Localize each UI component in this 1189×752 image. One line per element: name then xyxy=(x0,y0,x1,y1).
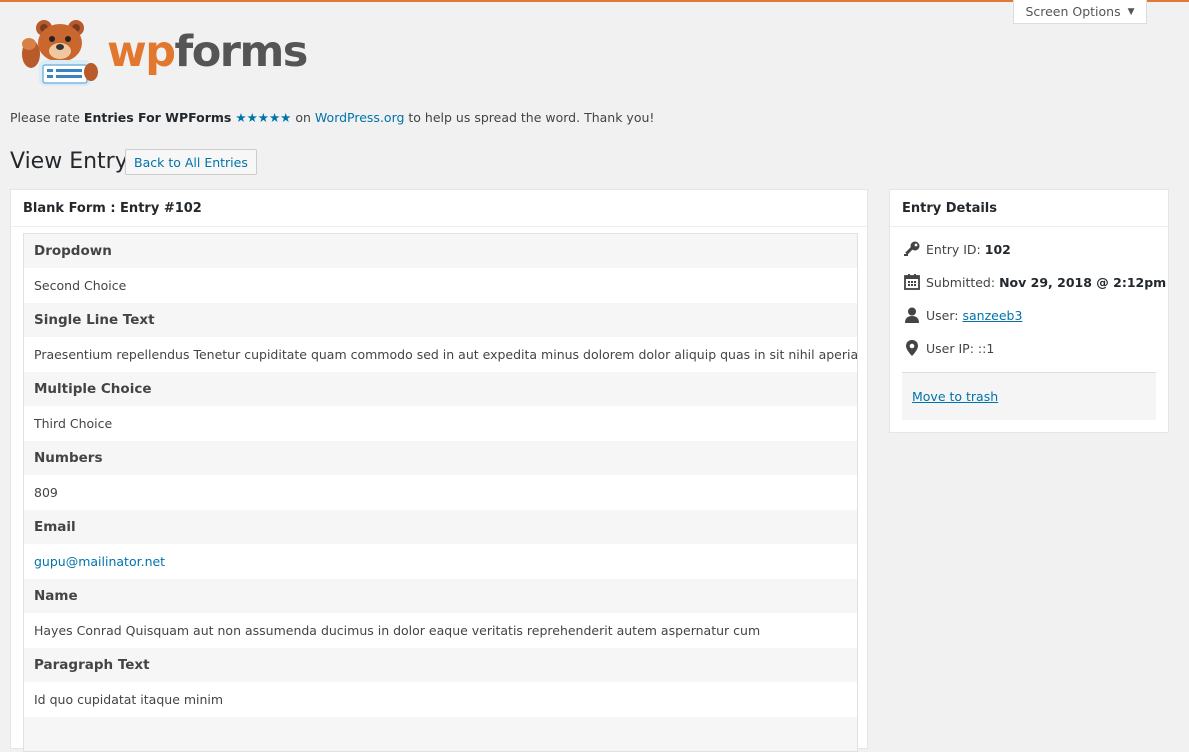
submitted-label: Submitted: xyxy=(926,274,996,290)
entry-id-row: Entry ID: 102 xyxy=(903,240,1011,258)
field-name: Numbers xyxy=(24,441,857,475)
rate-product-name: Entries For WPForms xyxy=(83,110,232,125)
rate-prefix: Please rate xyxy=(10,110,84,125)
field-value: Id quo cupidatat itaque minim xyxy=(24,682,857,717)
entry-id-value: 102 xyxy=(984,241,1011,257)
user-row: User: sanzeeb3 xyxy=(903,306,1022,324)
move-to-trash-link[interactable]: Move to trash xyxy=(912,389,998,404)
back-to-all-entries-button[interactable]: Back to All Entries xyxy=(125,149,257,175)
submitted-value: Nov 29, 2018 @ 2:12pm xyxy=(999,274,1167,290)
field-name: Paragraph Text xyxy=(24,648,857,682)
user-label: User: xyxy=(926,307,959,323)
wordpress-org-link[interactable]: WordPress.org xyxy=(315,110,405,125)
rate-notice: Please rate Entries For WPForms ★★★★★ on… xyxy=(10,110,654,125)
entry-details-title: Entry Details xyxy=(890,190,1168,227)
caret-down-icon: ▼ xyxy=(1127,6,1135,17)
rate-suffix: to help us spread the word. Thank you! xyxy=(404,110,655,125)
user-ip-row: User IP:::1 xyxy=(903,339,994,357)
bear-mascot-icon xyxy=(22,20,98,86)
field-value: Second Choice xyxy=(24,268,857,303)
field-value: Third Choice xyxy=(24,406,857,441)
location-pin-icon xyxy=(903,339,921,357)
field-name: Name xyxy=(24,579,857,613)
user-link[interactable]: sanzeeb3 xyxy=(962,308,1022,323)
entry-fields-panel: Blank Form : Entry #102 Dropdown Second … xyxy=(10,189,868,752)
admin-top-border xyxy=(0,0,1189,2)
entry-details-panel: Entry Details Entry ID: 102 Submitted: Nov… xyxy=(889,189,1169,433)
screen-options-button[interactable]: Screen Options ▼ xyxy=(1013,0,1147,24)
field-name-partial xyxy=(24,717,857,751)
rate-stars-link[interactable]: ★★★★★ xyxy=(235,110,291,125)
page-title: View Entry xyxy=(10,149,128,174)
entry-panel-title: Blank Form : Entry #102 xyxy=(11,190,867,227)
wpforms-logo: wpforms xyxy=(17,16,308,88)
field-name: Multiple Choice xyxy=(24,372,857,406)
entry-id-label: Entry ID: xyxy=(926,241,981,257)
key-icon xyxy=(903,240,921,258)
field-name: Email xyxy=(24,510,857,544)
user-ip-value: ::1 xyxy=(977,340,995,356)
field-name: Dropdown xyxy=(24,234,857,268)
field-name: Single Line Text xyxy=(24,303,857,337)
screen-options-label: Screen Options xyxy=(1025,4,1121,19)
entry-actions-box: Move to trash xyxy=(902,372,1156,420)
wpforms-wordmark: wpforms xyxy=(107,26,308,77)
user-icon xyxy=(903,306,921,324)
rate-middle: on xyxy=(291,110,315,125)
field-value: Hayes Conrad Quisquam aut non assumenda … xyxy=(24,613,857,648)
user-ip-label: User IP: xyxy=(926,340,974,356)
field-value: Praesentium repellendus Tenetur cupidita… xyxy=(24,337,857,372)
calendar-icon xyxy=(903,273,921,291)
entry-fields-list: Dropdown Second Choice Single Line Text … xyxy=(23,233,858,752)
email-link[interactable]: gupu@mailinator.net xyxy=(24,544,857,579)
submitted-row: Submitted: Nov 29, 2018 @ 2:12pm xyxy=(903,273,1166,291)
field-value: 809 xyxy=(24,475,857,510)
